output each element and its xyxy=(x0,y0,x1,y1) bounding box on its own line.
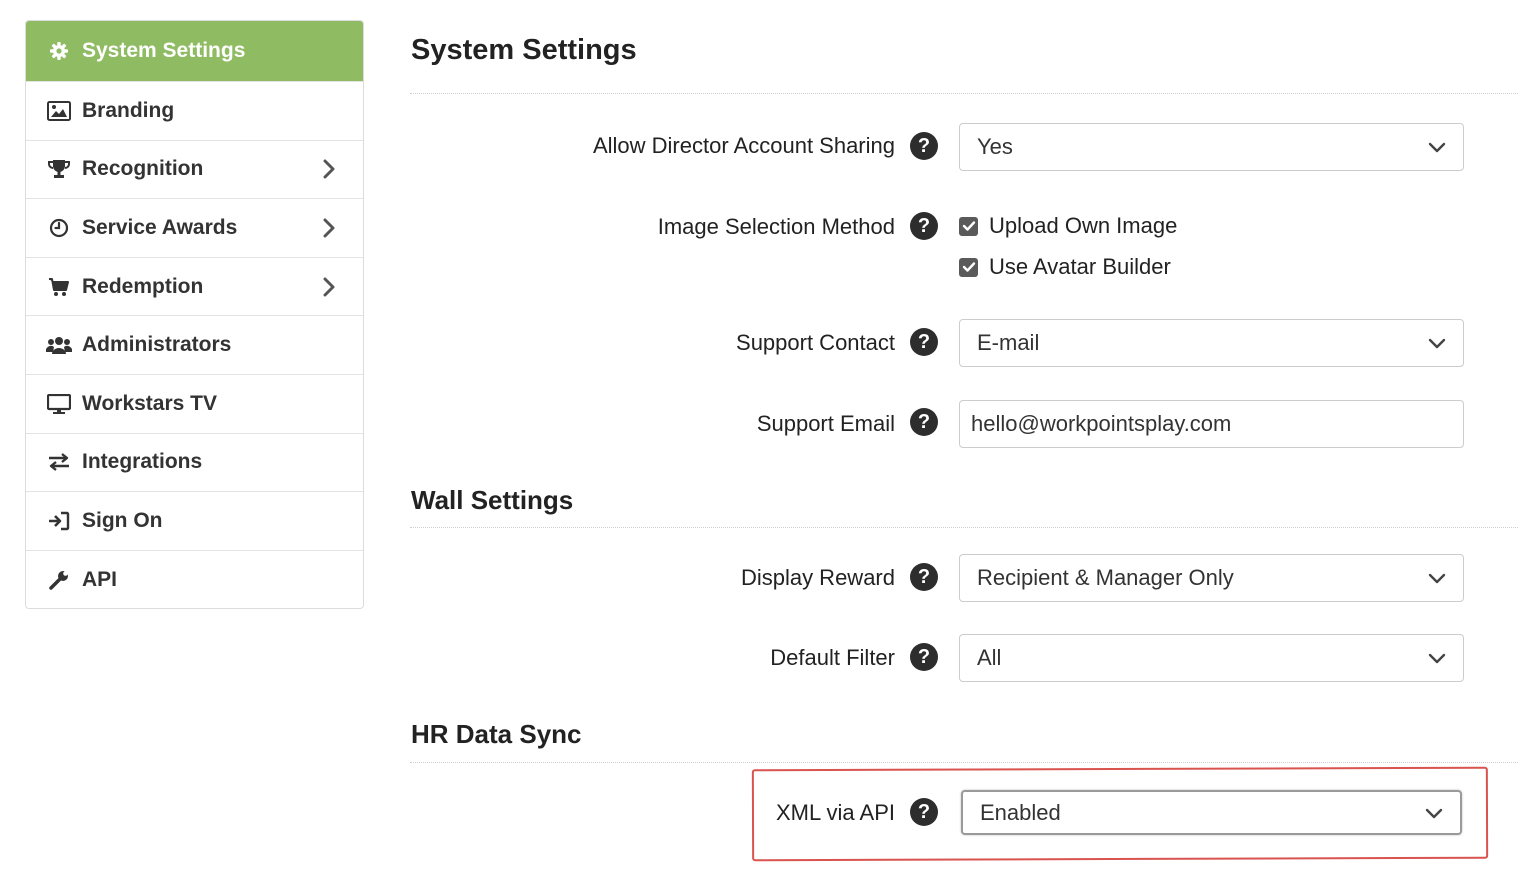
sign-in-icon xyxy=(46,509,72,533)
sidebar-item-label: Redemption xyxy=(82,274,204,298)
sidebar-item-label: Workstars TV xyxy=(82,391,217,415)
sidebar-item-label: Branding xyxy=(82,98,175,122)
clock-icon xyxy=(46,216,72,240)
help-icon[interactable]: ? xyxy=(910,328,938,356)
settings-sidebar: System Settings Branding Recognition Ser… xyxy=(25,20,364,610)
page-title: System Settings xyxy=(411,34,637,66)
hr-data-sync-title: HR Data Sync xyxy=(411,719,582,749)
chevron-right-icon xyxy=(321,276,337,298)
select-value: Enabled xyxy=(980,799,1061,825)
checkbox-checked-icon[interactable] xyxy=(959,216,978,236)
help-icon[interactable]: ? xyxy=(910,798,938,826)
checkbox-checked-icon[interactable] xyxy=(959,257,978,277)
checkbox-label: Upload Own Image xyxy=(989,213,1178,238)
director-sharing-label: Allow Director Account Sharing xyxy=(592,133,895,158)
image-icon xyxy=(46,99,72,123)
sidebar-item-service-awards[interactable]: Service Awards xyxy=(26,198,363,257)
help-icon[interactable]: ? xyxy=(910,408,938,436)
cart-icon xyxy=(46,275,72,299)
default-filter-select[interactable]: All xyxy=(959,634,1464,682)
display-reward-select[interactable]: Recipient & Manager Only xyxy=(959,554,1464,602)
director-sharing-select[interactable]: Yes xyxy=(959,123,1464,171)
wrench-icon xyxy=(46,568,72,592)
sidebar-item-label: API xyxy=(82,567,118,591)
sidebar-item-system-settings[interactable]: System Settings xyxy=(26,21,363,81)
support-email-input[interactable] xyxy=(959,400,1464,448)
support-contact-label: Support Contact xyxy=(736,330,895,355)
sidebar-item-recognition[interactable]: Recognition xyxy=(26,139,363,199)
select-value: Recipient & Manager Only xyxy=(977,565,1234,590)
wall-settings-title: Wall Settings xyxy=(411,485,574,515)
sidebar-item-label: Service Awards xyxy=(82,215,238,239)
users-icon xyxy=(46,333,72,357)
help-icon[interactable]: ? xyxy=(910,643,938,671)
xml-via-api-select[interactable]: Enabled xyxy=(961,790,1462,835)
trophy-icon xyxy=(46,157,72,181)
sidebar-item-label: Recognition xyxy=(82,157,204,181)
help-icon[interactable]: ? xyxy=(910,132,938,160)
gear-icon xyxy=(46,39,72,63)
checkbox-label: Use Avatar Builder xyxy=(989,254,1171,279)
select-value: Yes xyxy=(977,134,1013,159)
support-email-label: Support Email xyxy=(756,411,895,436)
sidebar-item-label: Sign On xyxy=(82,508,163,532)
section-divider xyxy=(410,762,1518,763)
help-icon[interactable]: ? xyxy=(910,563,938,591)
chevron-down-icon xyxy=(1427,571,1447,585)
sidebar-item-administrators[interactable]: Administrators xyxy=(26,315,363,374)
sidebar-item-label: Integrations xyxy=(82,450,203,474)
sidebar-item-label: System Settings xyxy=(82,39,246,62)
section-divider xyxy=(410,527,1518,528)
sidebar-item-redemption[interactable]: Redemption xyxy=(26,256,363,316)
sidebar-item-integrations[interactable]: Integrations xyxy=(26,432,363,492)
default-filter-label: Default Filter xyxy=(770,645,895,670)
chevron-right-icon xyxy=(321,217,337,239)
monitor-icon xyxy=(46,392,72,416)
exchange-icon xyxy=(46,450,72,474)
chevron-right-icon xyxy=(321,158,337,180)
image-selection-label: Image Selection Method xyxy=(657,214,895,239)
xml-via-api-label: XML via API xyxy=(775,800,895,825)
select-value: E-mail xyxy=(977,330,1040,355)
display-reward-label: Display Reward xyxy=(740,565,895,590)
sidebar-item-api[interactable]: API xyxy=(26,549,363,609)
sidebar-item-branding[interactable]: Branding xyxy=(26,81,363,140)
chevron-down-icon xyxy=(1424,806,1444,820)
section-divider xyxy=(410,93,1518,94)
chevron-down-icon xyxy=(1427,336,1447,350)
chevron-down-icon xyxy=(1427,651,1447,665)
support-contact-select[interactable]: E-mail xyxy=(959,319,1464,367)
use-avatar-builder-checkbox[interactable]: Use Avatar Builder xyxy=(959,254,1171,280)
chevron-down-icon xyxy=(1427,140,1447,154)
select-value: All xyxy=(977,645,1002,670)
help-icon[interactable]: ? xyxy=(910,212,938,240)
sidebar-item-label: Administrators xyxy=(82,333,232,357)
sidebar-item-sign-on[interactable]: Sign On xyxy=(26,491,363,550)
sidebar-item-workstars-tv[interactable]: Workstars TV xyxy=(26,373,363,433)
upload-own-image-checkbox[interactable]: Upload Own Image xyxy=(959,213,1177,239)
